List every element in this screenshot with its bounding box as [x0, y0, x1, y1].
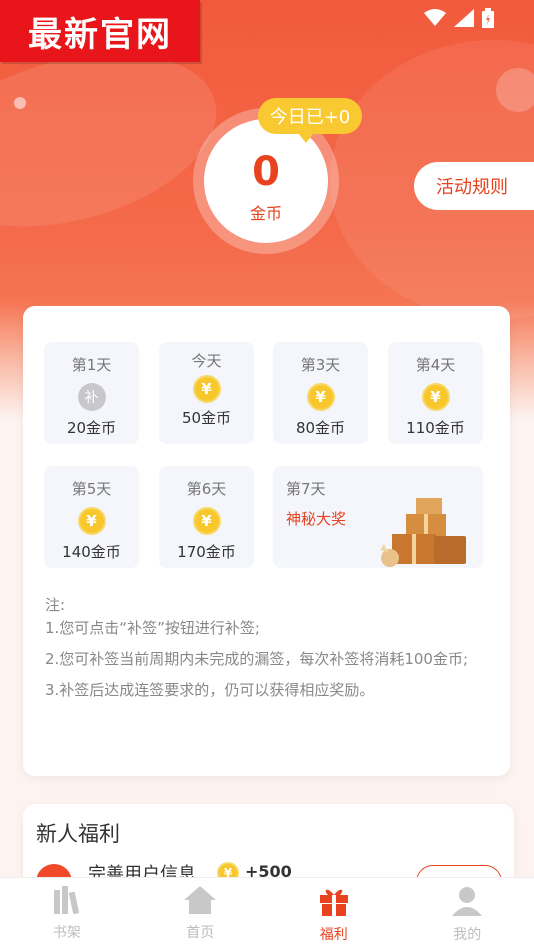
- today-earned-bubble: 今日已+0: [258, 98, 362, 143]
- tab-label: 书架: [52, 925, 81, 941]
- day-amount: 20金币: [66, 419, 117, 437]
- checkin-card: 第1天 补 20金币 今天 ¥ 50金币 第3天 ¥ 80金币 第4天 ¥ 11…: [23, 306, 510, 776]
- tab-label: 福利: [319, 927, 348, 943]
- checkin-notes: 注: 1.您可点击“补签”按钮进行补签; 2.您可补签当前周期内未完成的漏签，每…: [45, 594, 490, 710]
- coin-icon: ¥: [421, 383, 450, 411]
- day-amount: 50金币: [181, 409, 232, 427]
- notes-line-2: 2.您可补签当前周期内未完成的漏签，每次补签将消耗100金币;: [45, 650, 468, 668]
- checkin-day-1[interactable]: 第1天 补 20金币: [44, 342, 139, 444]
- day-label: 今天: [191, 352, 222, 370]
- tab-bookshelf[interactable]: 书架: [0, 878, 134, 949]
- gift-boxes-icon: [378, 494, 470, 572]
- coin-icon: ¥: [77, 507, 106, 535]
- activity-rules-button[interactable]: 活动规则: [414, 162, 534, 210]
- checkin-day-5[interactable]: 第5天 ¥ 140金币: [44, 466, 139, 568]
- tab-label: 我的: [453, 927, 482, 943]
- day-label: 第3天: [300, 356, 341, 374]
- tab-home[interactable]: 首页: [134, 878, 268, 949]
- day-label: 第1天: [71, 356, 112, 374]
- checkin-day-today[interactable]: 今天 ¥ 50金币: [159, 342, 254, 444]
- tab-mine[interactable]: 我的: [401, 878, 534, 949]
- mystery-prize-label: 神秘大奖: [286, 510, 347, 528]
- day-label: 第6天: [186, 480, 227, 498]
- checkin-day-6[interactable]: 第6天 ¥ 170金币: [159, 466, 254, 568]
- coin-icon: ¥: [192, 375, 221, 403]
- battery-icon: [482, 8, 494, 32]
- day-label: 第4天: [415, 356, 456, 374]
- coin-unit: 金币: [249, 204, 282, 223]
- coin-value: 0: [252, 149, 280, 195]
- wifi-icon: [424, 9, 446, 31]
- home-icon: [184, 886, 217, 918]
- bu-icon: 补: [77, 383, 106, 411]
- notes-line-1: 1.您可点击“补签”按钮进行补签;: [45, 619, 260, 637]
- day-amount: 110金币: [406, 419, 465, 437]
- checkin-day-7[interactable]: 第7天 神秘大奖: [273, 466, 483, 568]
- checkin-day-3[interactable]: 第3天 ¥ 80金币: [273, 342, 368, 444]
- bottom-tab-bar: 书架 首页 福利 我的: [0, 877, 534, 949]
- day-amount: 170金币: [177, 543, 236, 561]
- day-label: 第7天: [286, 480, 326, 498]
- notes-line-3: 3.补签后达成连签要求的，仍可以获得相应奖励。: [45, 681, 375, 699]
- signal-icon: [454, 9, 474, 31]
- day-amount: 140金币: [62, 543, 121, 561]
- status-bar: [424, 8, 494, 32]
- day-label: 第5天: [71, 480, 112, 498]
- gift-icon: [319, 886, 349, 920]
- user-icon: [452, 886, 483, 920]
- brand-badge: 最新官网: [0, 0, 200, 62]
- coin-icon: ¥: [306, 383, 335, 411]
- newbie-title: 新人福利: [36, 822, 120, 846]
- tab-label: 首页: [186, 925, 215, 941]
- notes-heading: 注:: [45, 596, 66, 614]
- coin-icon: ¥: [192, 507, 221, 535]
- tab-welfare[interactable]: 福利: [267, 878, 401, 949]
- bookshelf-icon: [52, 886, 82, 918]
- checkin-day-4[interactable]: 第4天 ¥ 110金币: [388, 342, 483, 444]
- day-amount: 80金币: [295, 419, 346, 437]
